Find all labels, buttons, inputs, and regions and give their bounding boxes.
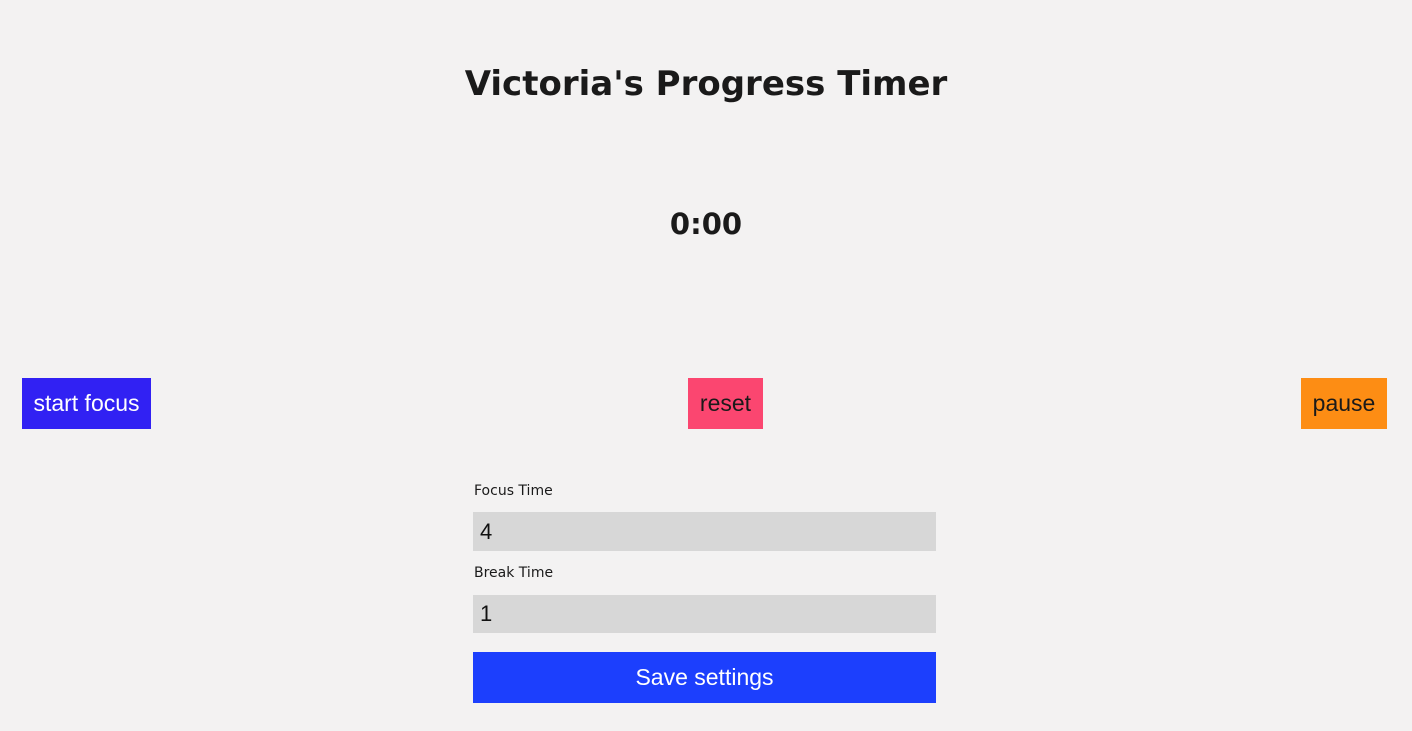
- start-focus-button[interactable]: start focus: [22, 378, 151, 429]
- timer-display: 0:00: [669, 207, 743, 241]
- page-title: Victoria's Progress Timer: [464, 64, 948, 104]
- focus-time-input[interactable]: [473, 512, 936, 551]
- focus-time-label: Focus Time: [474, 483, 553, 499]
- save-settings-button[interactable]: Save settings: [473, 652, 936, 703]
- pause-button[interactable]: pause: [1301, 378, 1387, 429]
- break-time-label: Break Time: [474, 565, 554, 581]
- reset-button[interactable]: reset: [688, 378, 763, 429]
- break-time-input[interactable]: [473, 595, 936, 633]
